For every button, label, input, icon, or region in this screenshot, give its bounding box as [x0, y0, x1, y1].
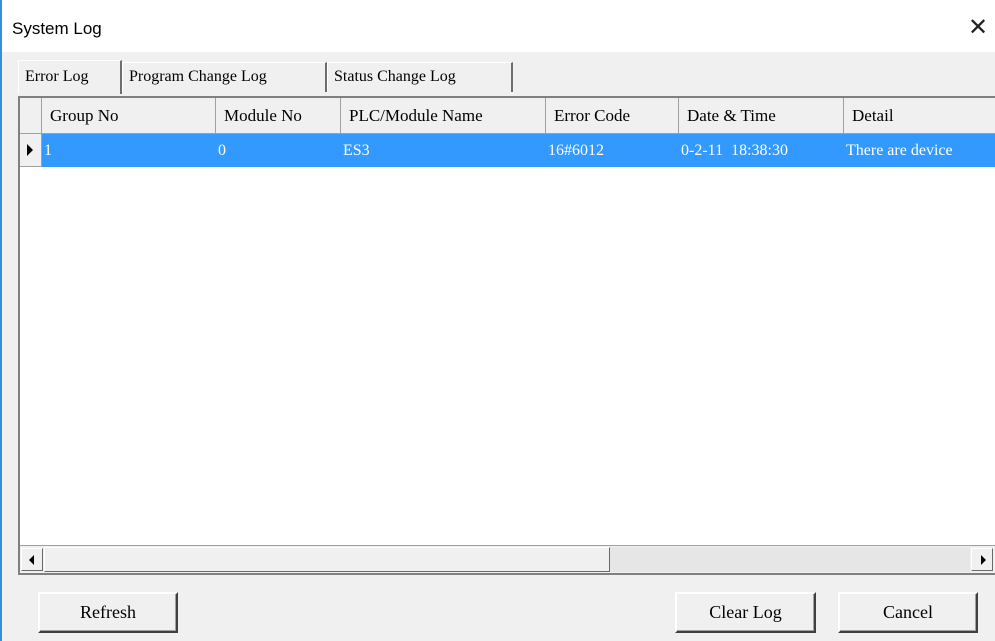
- scroll-left-button[interactable]: [21, 548, 43, 571]
- scroll-thumb[interactable]: [44, 547, 610, 572]
- system-log-dialog: System Log ✕ Error Log Program Change Lo…: [0, 0, 995, 641]
- tab-program-change-log[interactable]: Program Change Log: [122, 62, 327, 92]
- scroll-right-button[interactable]: [971, 548, 993, 571]
- column-header-detail[interactable]: Detail: [844, 98, 995, 134]
- arrow-right-icon: [981, 555, 986, 565]
- row-selector[interactable]: [20, 134, 42, 167]
- cell-detail: There are device: [846, 142, 953, 159]
- cell-error-code: 16#6012: [548, 142, 604, 159]
- close-icon[interactable]: ✕: [961, 10, 995, 46]
- cell-module-no: 0: [218, 142, 226, 159]
- cell-plc-module-name: ES3: [343, 142, 370, 159]
- tab-status-change-log[interactable]: Status Change Log: [327, 62, 513, 92]
- header-corner: [20, 98, 42, 134]
- column-header-module-no[interactable]: Module No: [216, 98, 341, 134]
- window-title: System Log: [12, 19, 102, 38]
- grid-header: Group No Module No PLC/Module Name Error…: [20, 98, 995, 134]
- current-row-arrow-icon: [27, 144, 33, 156]
- column-header-error-code[interactable]: Error Code: [546, 98, 679, 134]
- cancel-button[interactable]: Cancel: [838, 592, 978, 633]
- window-border: [0, 0, 2, 641]
- table-row[interactable]: 1 0 ES3 16#6012 0-2-11 18:38:30 There ar…: [42, 134, 995, 167]
- clear-log-button[interactable]: Clear Log: [675, 592, 816, 633]
- column-header-group-no[interactable]: Group No: [42, 98, 216, 134]
- cell-date-time: 0-2-11 18:38:30: [681, 142, 788, 159]
- column-header-plc-module-name[interactable]: PLC/Module Name: [341, 98, 546, 134]
- tab-error-log[interactable]: Error Log: [18, 60, 122, 94]
- refresh-button[interactable]: Refresh: [38, 592, 178, 633]
- cell-group-no: 1: [44, 142, 52, 159]
- column-header-date-time[interactable]: Date & Time: [679, 98, 844, 134]
- horizontal-scrollbar[interactable]: [20, 545, 995, 573]
- arrow-left-icon: [29, 555, 34, 565]
- scroll-track[interactable]: [610, 547, 970, 572]
- title-bar[interactable]: System Log ✕: [2, 0, 995, 52]
- error-log-grid[interactable]: Group No Module No PLC/Module Name Error…: [18, 96, 995, 575]
